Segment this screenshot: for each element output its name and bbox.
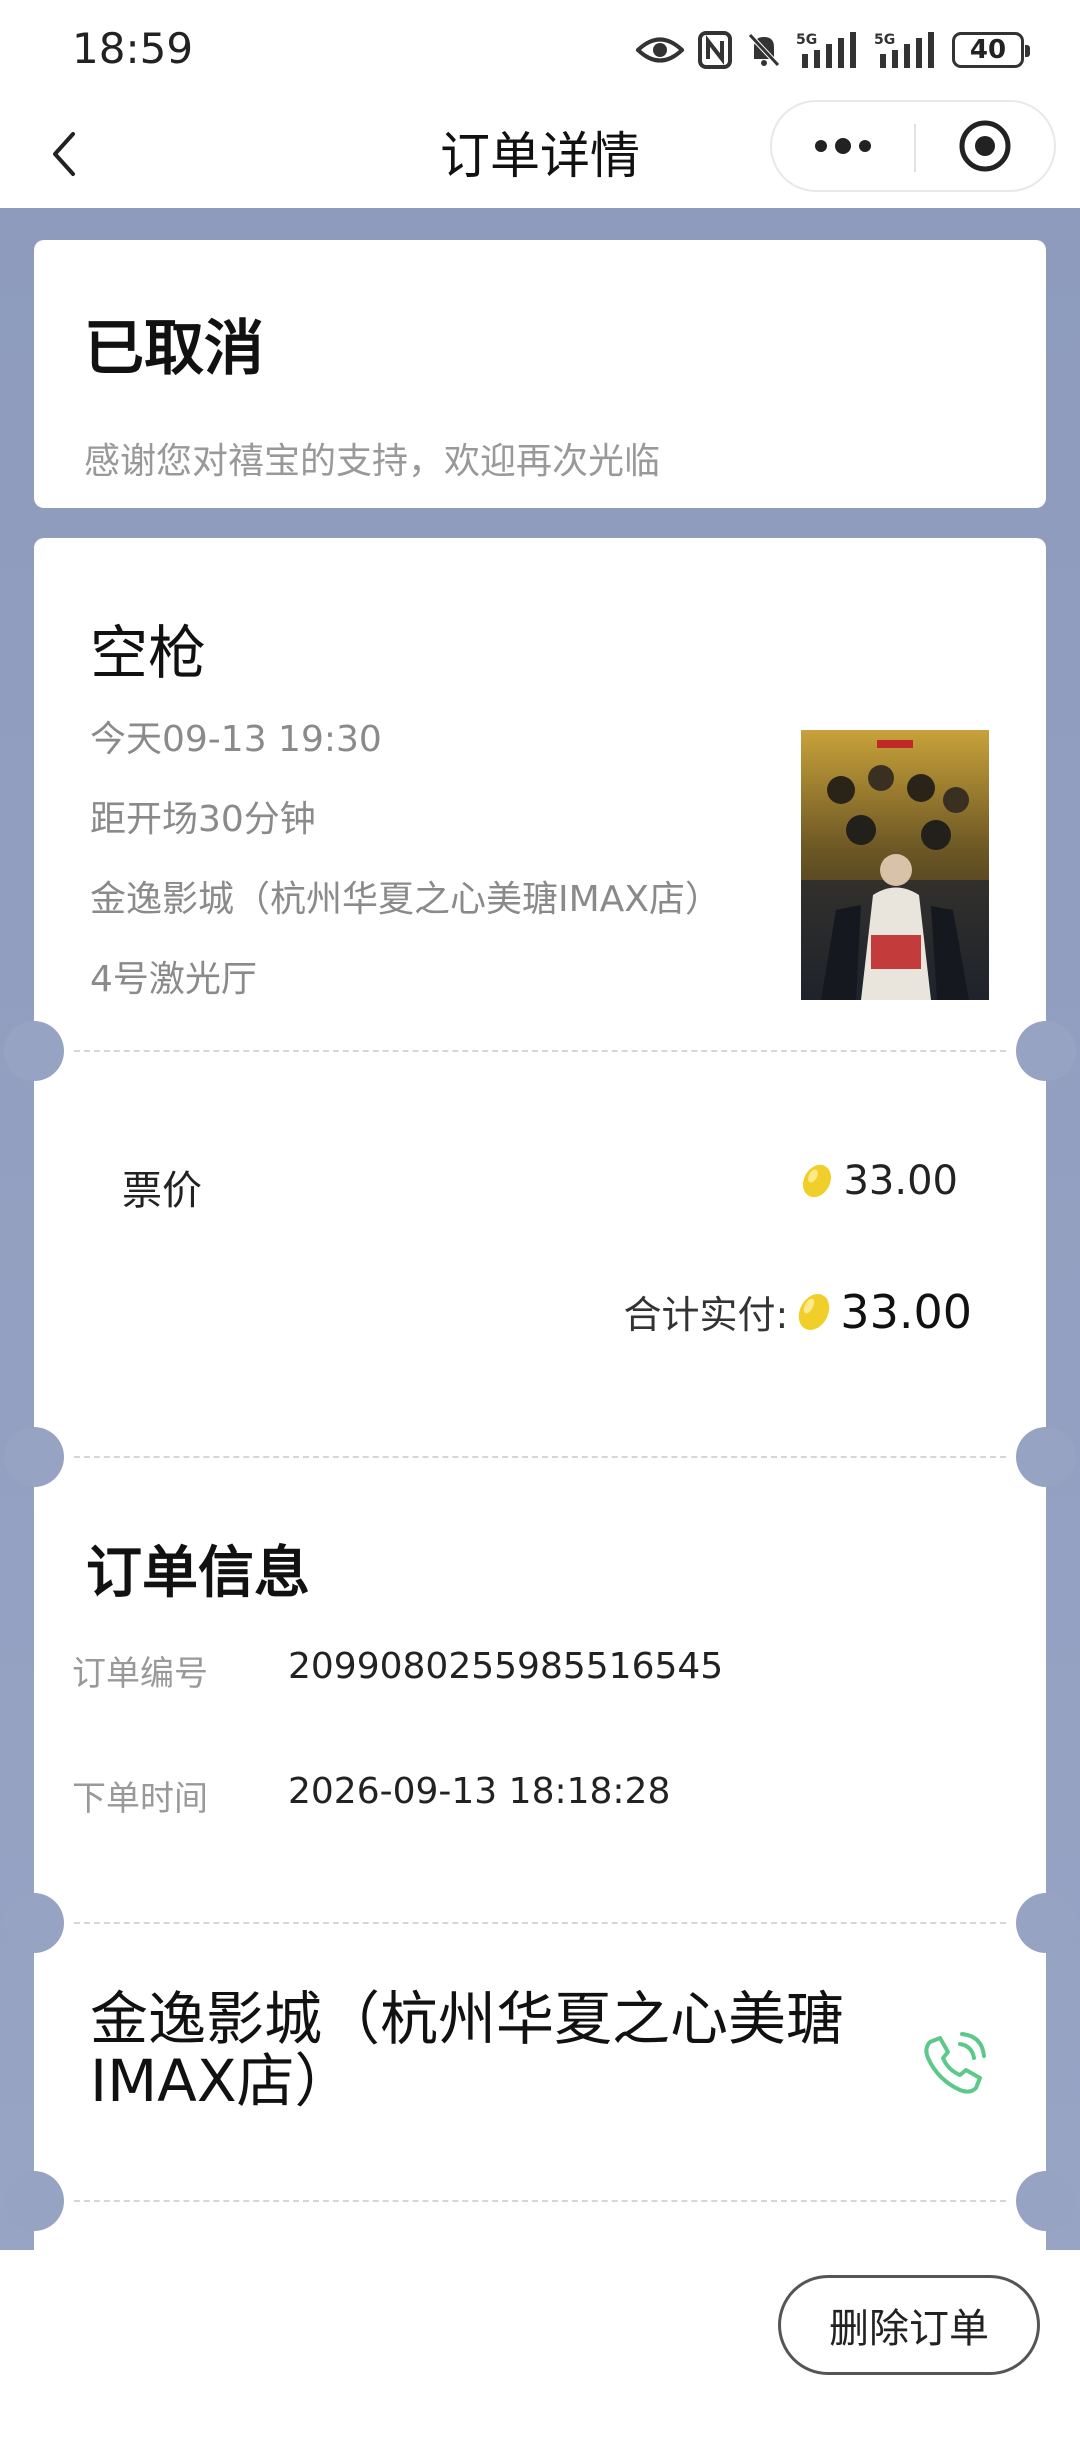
order-status-title: 已取消 xyxy=(84,314,264,384)
network-label-2: 5G xyxy=(874,32,895,48)
total-paid-label: 合计实付: xyxy=(623,1293,789,1337)
movie-cinema: 金逸影城（杭州华夏之心美瑭IMAX店） xyxy=(90,879,721,920)
ticket-notch-left xyxy=(4,1893,64,1953)
ticket-divider xyxy=(74,2200,1006,2202)
eye-icon xyxy=(636,37,684,63)
order-time-value: 2026-09-13 18:18:28 xyxy=(288,1771,671,1812)
ticket-notch-left xyxy=(4,1021,64,1081)
bottom-action-bar: 删除订单 xyxy=(0,2250,1080,2400)
ticket-price-value: 33.00 xyxy=(843,1158,958,1204)
mute-bell-icon xyxy=(748,33,780,67)
close-mini-program-button[interactable] xyxy=(916,102,1054,190)
status-icons: 5G 5G 40 xyxy=(636,28,1030,72)
call-cinema-button[interactable] xyxy=(914,2024,994,2104)
poster-image xyxy=(801,730,989,1000)
content-area: 已取消 感谢您对禧宝的支持，欢迎再次光临 空枪 今天09-13 19:30 距开… xyxy=(0,208,1080,2438)
total-paid-value: 33.00 xyxy=(840,1284,972,1339)
nav-bar: 订单详情 xyxy=(0,100,1080,208)
ticket-notch-right xyxy=(1016,1021,1076,1081)
movie-title: 空枪 xyxy=(90,619,207,687)
ticket-price: 33.00 xyxy=(799,1158,958,1204)
cinema-name[interactable]: 金逸影城（杭州华夏之心美瑭IMAX店） xyxy=(90,1988,910,2112)
order-number-value: 2099080255985516545 xyxy=(288,1646,724,1687)
ticket-divider xyxy=(74,1050,1006,1052)
movie-showtime: 今天09-13 19:30 xyxy=(90,719,382,760)
more-dots-icon xyxy=(815,138,871,154)
status-time: 18:59 xyxy=(72,24,194,73)
ticket-notch-right xyxy=(1016,1893,1076,1953)
total-paid: 合计实付: 33.00 xyxy=(623,1284,972,1339)
bean-coin-icon xyxy=(803,1164,832,1198)
order-status-subtitle: 感谢您对禧宝的支持，欢迎再次光临 xyxy=(84,441,661,482)
target-close-icon xyxy=(959,120,1011,172)
bean-coin-icon xyxy=(799,1293,830,1330)
ticket-notch-right xyxy=(1016,2171,1076,2231)
mini-program-capsule xyxy=(770,100,1056,192)
ticket-notch-left xyxy=(4,1427,64,1487)
movie-countdown: 距开场30分钟 xyxy=(90,799,316,840)
ticket-card: 空枪 今天09-13 19:30 距开场30分钟 金逸影城（杭州华夏之心美瑭IM… xyxy=(4,538,1076,2438)
ticket-notch-right xyxy=(1016,1427,1076,1487)
ticket-divider xyxy=(74,1456,1006,1458)
order-info-title: 订单信息 xyxy=(86,1541,310,1606)
ticket-divider xyxy=(74,1922,1006,1924)
network-label-1: 5G xyxy=(796,32,817,48)
phone-icon xyxy=(924,2032,986,2094)
status-bar: 18:59 5G 5G 40 xyxy=(0,0,1080,100)
movie-hall: 4号激光厅 xyxy=(90,959,257,1000)
signal-5g-icon: 5G xyxy=(796,32,856,68)
ticket-notch-left xyxy=(4,2171,64,2231)
delete-order-button[interactable]: 删除订单 xyxy=(778,2275,1040,2375)
order-number-label: 订单编号 xyxy=(72,1654,208,1694)
signal-5g-icon: 5G xyxy=(874,32,934,68)
nfc-icon xyxy=(698,31,732,69)
ticket-price-label: 票价 xyxy=(122,1168,202,1214)
battery-icon: 40 xyxy=(952,32,1030,68)
more-button[interactable] xyxy=(772,102,914,190)
movie-poster xyxy=(801,730,989,1000)
order-status-card: 已取消 感谢您对禧宝的支持，欢迎再次光临 xyxy=(34,240,1046,508)
order-time-label: 下单时间 xyxy=(72,1779,208,1819)
